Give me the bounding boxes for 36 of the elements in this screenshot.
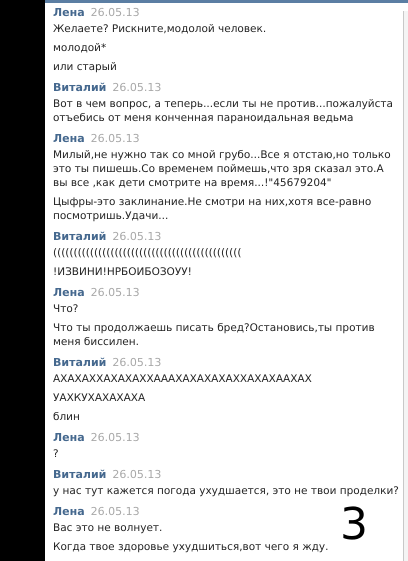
message-text: молодой* xyxy=(53,41,106,55)
author-name[interactable]: Виталий xyxy=(53,356,106,370)
message-text: блин xyxy=(53,410,80,424)
message-text: УАХКУХАХАХАХА xyxy=(53,391,146,405)
message-date: 26.05.13 xyxy=(112,230,162,244)
message-text: или старый xyxy=(53,60,117,74)
message-date: 26.05.13 xyxy=(112,356,162,370)
message-text: АХАХАХХАХАХАХХАААХАХАХАХАХХАХАХААХАХ xyxy=(53,372,312,386)
message-date: 26.05.13 xyxy=(112,468,162,482)
message-text: Вот в чем вопрос, а теперь...если ты не против...пожалуйста отъебись от меня конченная параноидальная ведьма xyxy=(53,97,394,125)
message-text: ? xyxy=(53,447,59,461)
message-date: 26.05.13 xyxy=(90,132,140,146)
message-text: Что ты продолжаешь писать бред?Остановись,ты против меня биссилен. xyxy=(53,321,376,349)
message-text: Желаете? Рискните,модолой человек. xyxy=(53,22,266,36)
message-date: 26.05.13 xyxy=(90,431,140,445)
author-name[interactable]: Лена xyxy=(53,286,85,300)
message-date: 26.05.13 xyxy=(90,286,140,300)
author-name[interactable]: Виталий xyxy=(53,468,106,482)
message-date: 26.05.13 xyxy=(112,81,162,95)
message-text: (((((((((((((((((((((((((((((((((((((((((((((( xyxy=(53,246,242,260)
message-text: Цыфры-это заклинание.Не смотри на них,хотя все-равно посмотришь.Удачи... xyxy=(53,195,372,223)
handwritten-mark: 3 xyxy=(340,500,368,550)
author-name[interactable]: Лена xyxy=(53,132,85,146)
author-name[interactable]: Виталий xyxy=(53,230,106,244)
message-text: !ИЗВИНИ!НРБОИБОЗОУУ! xyxy=(53,265,192,279)
author-name[interactable]: Лена xyxy=(53,6,85,20)
author-name[interactable]: Виталий xyxy=(53,81,106,95)
message-text: Когда твое здоровье ухудшиться,вот чего я жду. xyxy=(53,540,328,554)
message-text: Вас это не волнует. xyxy=(53,521,162,535)
message-date: 26.05.13 xyxy=(90,6,140,20)
message-text: Что? xyxy=(53,302,78,316)
message-text: у нас тут кажется погода ухудшается, это не твои проделки? xyxy=(53,484,399,498)
author-name[interactable]: Лена xyxy=(53,505,85,519)
message-date: 26.05.13 xyxy=(90,505,140,519)
author-name[interactable]: Лена xyxy=(53,431,85,445)
message-text: Милый,не нужно так со мной грубо...Все я отстаю,но только это ты пишешь.Со временем поймешь,что зря сказал это.А вы все ,как дети смотрите на время...!"45679204" xyxy=(53,148,392,190)
